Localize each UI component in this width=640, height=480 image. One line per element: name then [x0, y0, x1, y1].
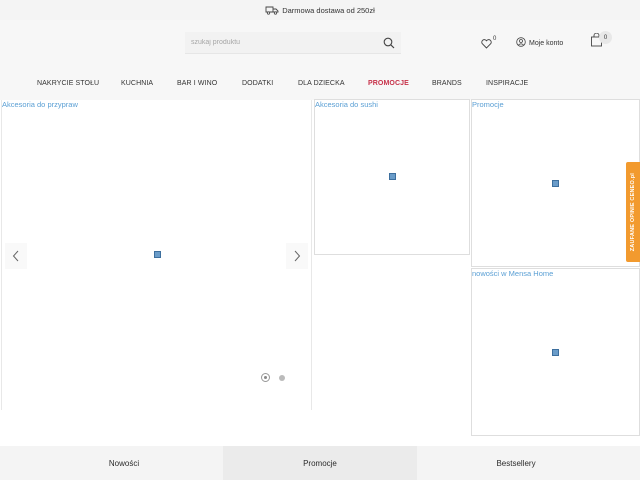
main-nav: NAKRYCIE STOŁU KUCHNIA BAR I WINO DODATK…: [0, 74, 640, 92]
nav-item-dodatki[interactable]: DODATKI: [242, 80, 273, 87]
slider-dots: [261, 373, 294, 382]
search-icon[interactable]: [381, 35, 397, 51]
shipping-text: Darmowa dostawa od 250zł: [282, 5, 375, 15]
nav-item-dla-dziecka[interactable]: DLA DZIECKA: [298, 80, 345, 87]
slider-dot-2[interactable]: [279, 374, 285, 381]
chevron-left-icon: [12, 250, 20, 262]
shipping-banner: Darmowa dostawa od 250zł: [0, 0, 640, 20]
truck-icon: [265, 6, 279, 15]
slider-next-button[interactable]: [286, 243, 308, 269]
nav-item-inspiracje[interactable]: INSPIRACJE: [486, 80, 528, 87]
nav-item-brands[interactable]: BRANDS: [432, 80, 462, 87]
nav-item-nakrycie-stolu[interactable]: NAKRYCIE STOŁU: [37, 80, 99, 87]
broken-image-icon: [552, 180, 559, 187]
tile-promocje-link[interactable]: Promocje: [472, 100, 504, 109]
search-bar: [185, 32, 401, 54]
nav-item-bar-i-wino[interactable]: BAR I WINO: [177, 80, 217, 87]
cart-count: 0: [599, 31, 612, 44]
tile-sushi-link[interactable]: Akcesoria do sushi: [315, 100, 378, 109]
broken-image-icon: [552, 349, 559, 356]
tab-nowosci[interactable]: Nowości: [30, 446, 218, 480]
tab-promocje[interactable]: Promocje: [223, 446, 417, 480]
search-input[interactable]: [185, 39, 375, 46]
site-header: 0 Moje konto 0 NAKRYCIE STOŁU KUCHNIA BA…: [0, 20, 640, 100]
user-icon: [516, 37, 529, 49]
broken-image-icon: [389, 173, 396, 180]
account-link[interactable]: Moje konto: [516, 37, 563, 49]
slider-prev-button[interactable]: [5, 243, 27, 269]
tile-nowosci-link[interactable]: nowości w Mensa Home: [472, 269, 553, 278]
cart-button[interactable]: 0: [590, 31, 612, 52]
tile-nowosci[interactable]: nowości w Mensa Home: [471, 268, 640, 436]
wishlist-button[interactable]: 0: [481, 36, 496, 54]
tile-sushi[interactable]: Akcesoria do sushi: [314, 99, 470, 255]
heart-icon: [481, 36, 492, 54]
nav-item-promocje[interactable]: PROMOCJE: [368, 80, 409, 87]
chevron-right-icon: [293, 250, 301, 262]
tile-promocje[interactable]: Promocje: [471, 99, 640, 267]
nav-item-kuchnia[interactable]: KUCHNIA: [121, 80, 153, 87]
wishlist-count: 0: [493, 36, 497, 42]
ceneo-widget-label: ZAUFANE OPINIE CENEO.pl: [630, 172, 636, 252]
hero-slider: Akcesoria do przypraw: [1, 100, 312, 410]
slider-tile-link[interactable]: Akcesoria do przypraw: [2, 100, 78, 109]
ceneo-reviews-widget[interactable]: ZAUFANE OPINIE CENEO.pl: [626, 162, 640, 262]
broken-image-icon: [154, 251, 161, 258]
product-tabs: Nowości Promocje Bestsellery: [0, 446, 640, 480]
account-label: Moje konto: [529, 39, 564, 47]
tab-bestsellery[interactable]: Bestsellery: [422, 446, 610, 480]
slider-dot-1[interactable]: [261, 373, 270, 382]
